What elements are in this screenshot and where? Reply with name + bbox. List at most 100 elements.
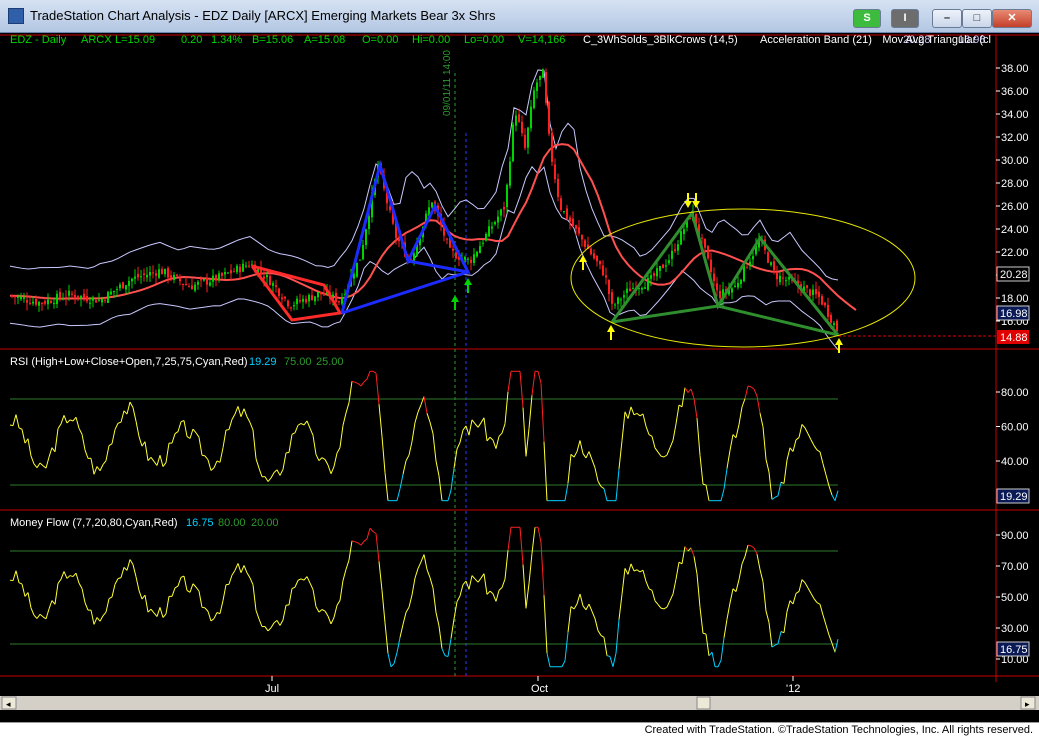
rsi-label: RSI (High+Low+Close+Open,7,25,75,Cyan,Re… [10, 356, 248, 368]
candle-body [701, 238, 703, 239]
candle-body [782, 278, 784, 279]
chart-canvas[interactable]: EDZ - Daily ARCX L=15.09 0.20 1.34% B=15… [0, 33, 1039, 722]
candle-body [248, 266, 250, 267]
candle-body [74, 295, 76, 298]
symbol-link-button[interactable]: S [853, 9, 881, 28]
candle-body [278, 289, 280, 297]
price-tick-label: 34.00 [1001, 109, 1029, 121]
candle-body [809, 289, 811, 295]
bid-price: B=15.06 [252, 34, 293, 46]
rsi-overbought-value: 75.00 [284, 356, 312, 368]
candle-body [359, 260, 361, 261]
candle-body [194, 285, 196, 291]
candle-body [560, 198, 562, 210]
maximize-button[interactable]: □ [962, 9, 992, 28]
candle-body [713, 274, 715, 281]
rsi-line-segment [10, 425, 13, 426]
candle-body [107, 292, 109, 303]
candle-body [827, 305, 829, 317]
percent-change: 1.34% [211, 34, 242, 46]
candle-body [557, 179, 559, 197]
candle-body [740, 280, 742, 284]
candle-body [134, 277, 136, 279]
candle-body [488, 226, 490, 236]
candle-body [554, 165, 556, 180]
candle-body [614, 305, 616, 306]
chart-area[interactable]: EDZ - Daily ARCX L=15.09 0.20 1.34% B=15… [0, 33, 1039, 722]
candle-body [584, 240, 586, 246]
candle-body [95, 300, 97, 302]
time-tick-label: Oct [531, 683, 548, 695]
minimize-button[interactable]: – [932, 9, 962, 28]
candle-body [509, 161, 511, 185]
candle-body [719, 291, 721, 298]
candle-body [188, 286, 190, 287]
candle-body [47, 300, 49, 305]
horizontal-scrollbar[interactable] [0, 696, 1039, 710]
candle-body [98, 300, 100, 301]
rsi-line-segment [226, 430, 229, 431]
candle-body [338, 301, 340, 302]
candle-body [116, 289, 118, 290]
candle-body [836, 321, 838, 331]
upper-band-tag: 20.28 [1000, 269, 1028, 281]
price-tick-label: 26.00 [1001, 201, 1029, 213]
candle-body [299, 300, 301, 301]
candle-body [68, 291, 70, 296]
rsi-oversold-value: 25.00 [316, 356, 344, 368]
candle-body [221, 273, 223, 276]
candle-body [704, 239, 706, 248]
candle-body [674, 249, 676, 251]
rsi-value: 19.29 [249, 356, 277, 368]
candle-body [317, 292, 319, 297]
moving-average-tag: 16.98 [1000, 308, 1028, 320]
candle-body [305, 299, 307, 303]
candle-body [17, 297, 19, 298]
candle-body [218, 273, 220, 280]
candle-body [143, 273, 145, 274]
candle-body [65, 297, 67, 298]
candle-body [197, 282, 199, 285]
candle-body [368, 216, 370, 229]
app-icon [8, 8, 24, 24]
candle-body [821, 296, 823, 304]
low-price: Lo=0.00 [464, 34, 504, 46]
candle-body [23, 297, 25, 298]
ask-price: A=15.08 [304, 34, 345, 46]
candle-body [275, 285, 277, 287]
candle-body [308, 295, 310, 301]
scroll-thumb[interactable] [697, 697, 710, 709]
price-tick-label: 28.00 [1001, 178, 1029, 190]
candle-body [524, 135, 526, 148]
candle-body [131, 279, 133, 282]
mf-tick-label: 70.00 [1001, 561, 1029, 573]
mf-tick-label: 50.00 [1001, 592, 1029, 604]
candle-body [530, 107, 532, 129]
info-button[interactable]: I [891, 9, 919, 28]
candle-body [452, 249, 454, 251]
candle-body [551, 133, 553, 162]
rsi-current-tag: 19.29 [1000, 491, 1028, 503]
candle-body [545, 72, 547, 103]
candle-body [605, 275, 607, 277]
candle-body [281, 297, 283, 299]
candle-body [563, 211, 565, 212]
candle-body [170, 275, 172, 278]
candle-body [680, 231, 682, 244]
candle-body [707, 246, 709, 258]
candle-body [632, 288, 634, 289]
money-flow-current-tag: 16.75 [1000, 644, 1028, 656]
close-button[interactable]: ✕ [992, 9, 1032, 28]
candle-body [59, 292, 61, 298]
scroll-left-arrow-icon: ◂ [6, 699, 11, 709]
candle-body [641, 288, 643, 290]
candle-body [815, 289, 817, 294]
candle-body [125, 285, 127, 289]
candle-body [824, 303, 826, 306]
candle-body [56, 294, 58, 304]
candle-body [566, 208, 568, 218]
title-bar[interactable]: TradeStation Chart Analysis - EDZ Daily … [0, 0, 1039, 33]
rsi-line-segment [202, 455, 205, 456]
candle-body [581, 235, 583, 239]
candle-body [527, 128, 529, 148]
